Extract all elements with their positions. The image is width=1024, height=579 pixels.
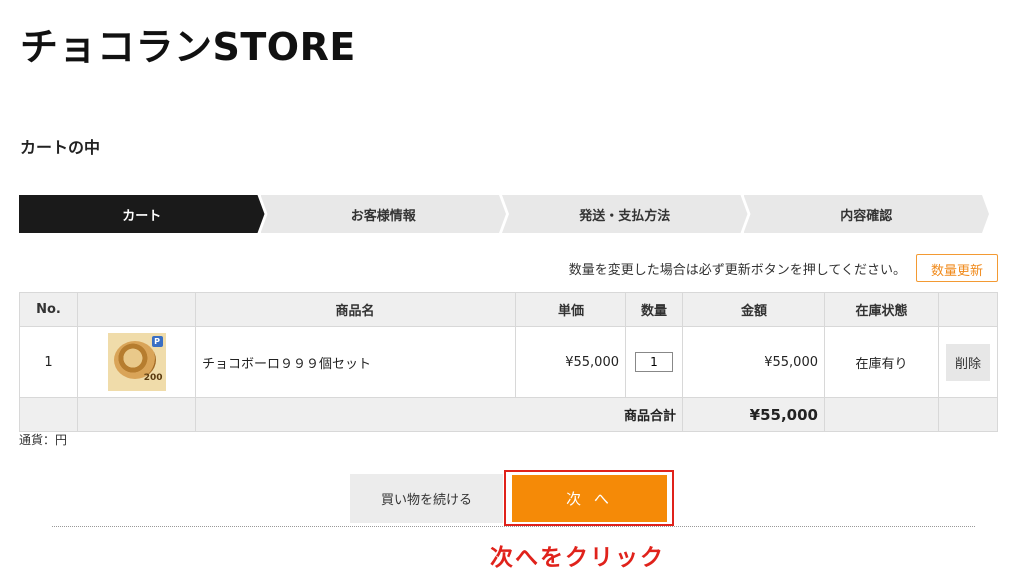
- product-thumb-number: 200: [143, 373, 163, 383]
- row-qty-cell: [625, 326, 683, 398]
- header-price: 単価: [515, 292, 626, 327]
- header-image: [77, 292, 196, 327]
- table-header-row: No. 商品名 単価 数量 金額 在庫状態: [19, 292, 998, 327]
- header-name: 商品名: [195, 292, 516, 327]
- click-annotation: 次へをクリック: [490, 545, 665, 571]
- total-empty-2: [77, 397, 196, 432]
- row-unit-price: ¥55,000: [515, 326, 626, 398]
- row-delete-cell: 削除: [938, 326, 998, 398]
- checkout-steps: カート お客様情報 発送・支払方法 内容確認: [19, 195, 989, 233]
- header-qty: 数量: [625, 292, 683, 327]
- continue-shopping-button[interactable]: 買い物を続ける: [350, 474, 503, 523]
- update-quantity-button[interactable]: 数量更新: [915, 254, 998, 282]
- step-cart: カート: [19, 195, 265, 233]
- step-shipping-payment: 発送・支払方法: [502, 195, 748, 233]
- header-stock: 在庫状態: [824, 292, 939, 327]
- product-badge: P: [151, 336, 163, 347]
- header-amount: 金額: [682, 292, 825, 327]
- header-action: [938, 292, 998, 327]
- product-thumbnail[interactable]: P 200: [107, 333, 166, 391]
- divider: [52, 526, 975, 527]
- notice-text: 数量を変更した場合は必ず更新ボタンを押してください。: [568, 262, 906, 278]
- header-no: No.: [19, 292, 78, 327]
- row-image-cell: P 200: [77, 326, 196, 398]
- total-empty-1: [19, 397, 78, 432]
- quantity-input[interactable]: [635, 352, 673, 372]
- total-value: ¥55,000: [682, 397, 825, 432]
- row-stock-status: 在庫有り: [824, 326, 939, 398]
- quantity-notice: 数量を変更した場合は必ず更新ボタンを押してください。 数量更新: [569, 254, 998, 282]
- row-amount: ¥55,000: [682, 326, 825, 398]
- total-label: 商品合計: [195, 397, 683, 432]
- cart-table: No. 商品名 単価 数量 金額 在庫状態 1 P 200 チョコボーロ９９９個…: [19, 292, 998, 432]
- row-no: 1: [19, 326, 78, 398]
- page-title: カートの中: [20, 138, 101, 157]
- step-confirm: 内容確認: [744, 195, 990, 233]
- total-empty-4: [938, 397, 998, 432]
- step-customer-info: お客様情報: [261, 195, 507, 233]
- currency-note: 通貨：円: [19, 433, 68, 447]
- store-title: チョコランSTORE: [20, 25, 356, 69]
- table-total-row: 商品合計 ¥55,000: [19, 397, 998, 432]
- next-button[interactable]: 次 へ: [512, 475, 667, 522]
- delete-button[interactable]: 削除: [945, 343, 990, 381]
- row-product-name: チョコボーロ９９９個セット: [195, 326, 516, 398]
- total-empty-3: [824, 397, 939, 432]
- table-row: 1 P 200 チョコボーロ９９９個セット ¥55,000 ¥55,000 在庫…: [19, 326, 998, 398]
